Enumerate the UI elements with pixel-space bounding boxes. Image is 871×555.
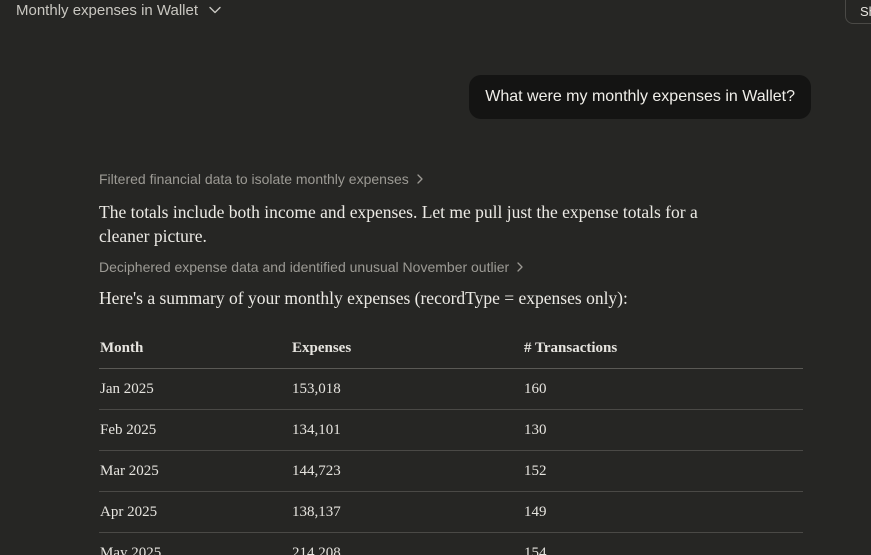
cell-month: Feb 2025	[99, 409, 291, 451]
thinking-step-2[interactable]: Deciphered expense data and identified u…	[99, 256, 803, 278]
thinking-step-1[interactable]: Filtered financial data to isolate month…	[99, 168, 803, 190]
header-transactions: # Transactions	[523, 328, 803, 369]
conversation-title-dropdown[interactable]: Monthly expenses in Wallet	[16, 0, 222, 20]
thinking-step-2-label: Deciphered expense data and identified u…	[99, 259, 510, 275]
cell-month: Jan 2025	[99, 368, 291, 410]
user-message-text: What were my monthly expenses in Wallet?	[485, 88, 795, 105]
expenses-table: Month Expenses # Transactions Jan 2025 1…	[99, 328, 803, 555]
cell-transactions: 160	[523, 368, 803, 410]
chevron-down-icon	[208, 3, 222, 17]
table-row: Mar 2025 144,723 152	[99, 450, 803, 492]
table-row: Jan 2025 153,018 160	[99, 368, 803, 410]
cell-month: Mar 2025	[99, 450, 291, 492]
cell-transactions: 154	[523, 532, 803, 555]
cell-transactions: 152	[523, 450, 803, 492]
chevron-right-icon	[415, 174, 425, 184]
table-header-row: Month Expenses # Transactions	[99, 328, 803, 369]
share-button[interactable]: Sh	[845, 0, 871, 24]
cell-transactions: 149	[523, 491, 803, 533]
cell-transactions: 130	[523, 409, 803, 451]
cell-expenses: 134,101	[291, 409, 523, 451]
cell-expenses: 138,137	[291, 491, 523, 533]
chat-page: Monthly expenses in Wallet Sh What were …	[0, 0, 871, 555]
table-row: May 2025 214,208 154	[99, 532, 803, 555]
header-month: Month	[99, 328, 291, 369]
thinking-step-1-label: Filtered financial data to isolate month…	[99, 171, 409, 187]
table-row: Feb 2025 134,101 130	[99, 409, 803, 451]
table-row: Apr 2025 138,137 149	[99, 491, 803, 533]
header-expenses: Expenses	[291, 328, 523, 369]
user-message-bubble: What were my monthly expenses in Wallet?	[469, 75, 811, 119]
conversation-title: Monthly expenses in Wallet	[16, 1, 199, 19]
response-paragraph-2: Here's a summary of your monthly expense…	[99, 288, 628, 308]
cell-expenses: 144,723	[291, 450, 523, 492]
chevron-right-icon	[515, 262, 525, 272]
cell-month: Apr 2025	[99, 491, 291, 533]
response-paragraph-1: The totals include both income and expen…	[99, 202, 698, 246]
cell-expenses: 153,018	[291, 368, 523, 410]
cell-expenses: 214,208	[291, 532, 523, 555]
cell-month: May 2025	[99, 532, 291, 555]
assistant-response: Filtered financial data to isolate month…	[99, 168, 803, 555]
